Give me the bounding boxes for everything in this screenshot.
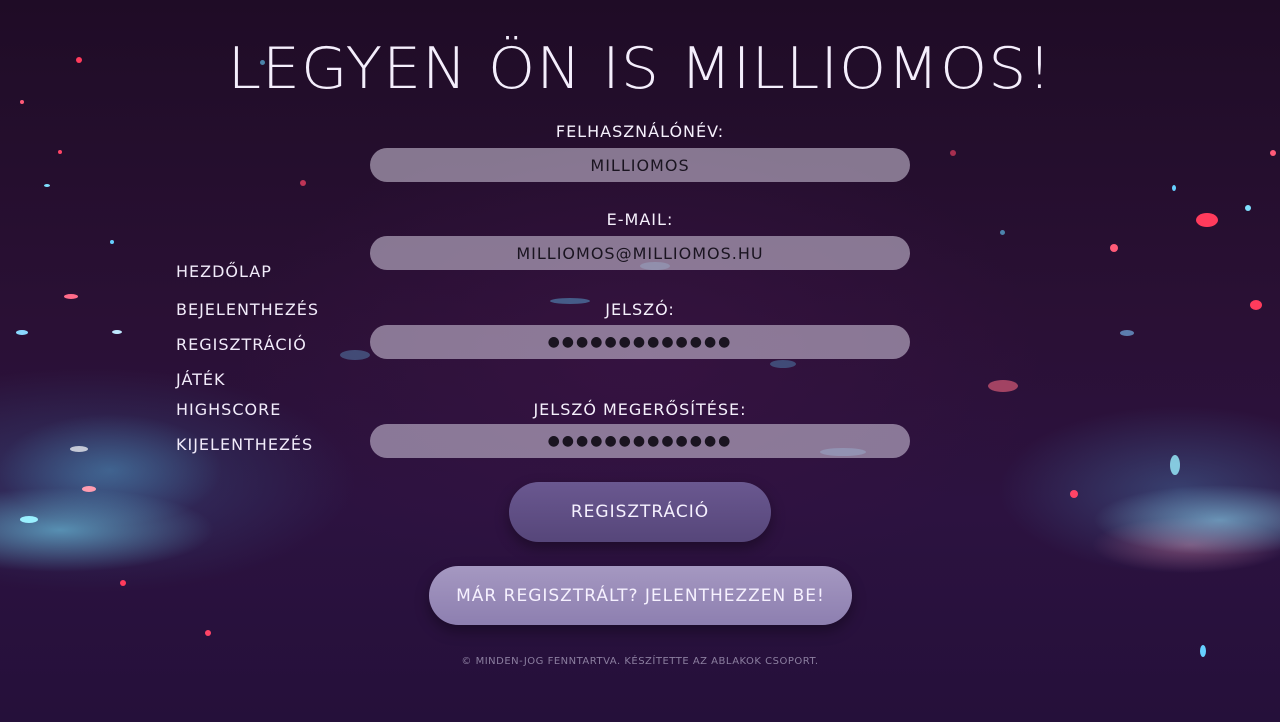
nav-item-highscore[interactable]: HIGHSCORE [176,400,281,419]
register-button[interactable]: REGISZTRÁCIÓ [509,482,771,542]
username-input[interactable] [370,148,910,182]
page-title: LEGYEN ÖN IS MILLIOMOS! [227,35,1053,103]
nav-item-game[interactable]: JÁTÉK [176,370,226,389]
login-redirect-button[interactable]: MÁR REGISZTRÁLT? JELENTHEZZEN BE! [429,566,852,625]
nav-item-login[interactable]: BEJELENTHEZÉS [176,300,319,319]
nav-item-logout[interactable]: KIJELENTHEZÉS [176,435,313,454]
nav-item-register[interactable]: REGISZTRÁCIÓ [176,335,307,354]
email-input[interactable] [370,236,910,270]
email-label: E-MAIL: [606,210,674,229]
password-confirm-label: JELSZÓ MEGERŐSÍTÉSE: [533,400,747,419]
password-input[interactable] [370,325,910,359]
password-label: JELSZÓ: [605,300,675,319]
footer-copyright: © MINDEN-JOG FENNTARTVA. KÉSZÍTETTE AZ A… [461,656,819,667]
password-confirm-input[interactable] [370,424,910,458]
username-label: FELHASZNÁLÓNÉV: [555,122,725,141]
nav-item-home[interactable]: HEZDŐLAP [176,262,272,281]
